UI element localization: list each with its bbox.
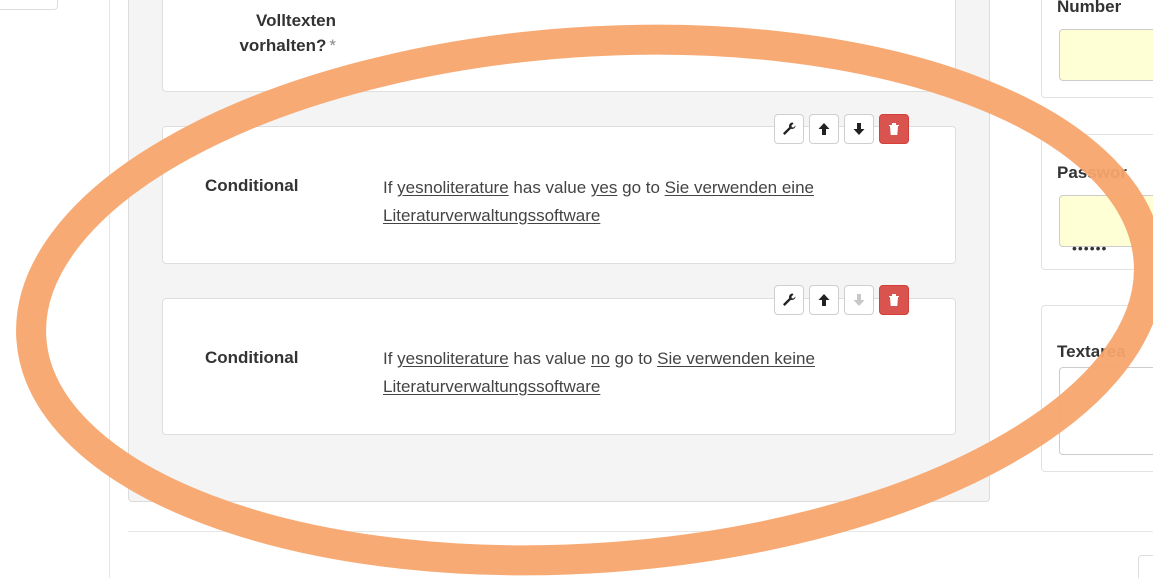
conditional-rule-text: If yesnoliterature has value no go to Si… [383, 345, 928, 401]
rule-mid: has value [508, 349, 591, 368]
rule-field-link[interactable]: yesnoliterature [397, 349, 509, 368]
textarea-label: Textarea [1057, 342, 1126, 361]
question-label-line2: vorhalten? [239, 36, 327, 55]
arrow-down-icon [844, 285, 874, 315]
number-input[interactable] [1059, 29, 1153, 81]
trash-icon[interactable] [879, 285, 909, 315]
arrow-down-icon[interactable] [844, 114, 874, 144]
footer-divider [128, 531, 1153, 532]
left-panel-stub [0, 0, 58, 10]
rule-prefix: If [383, 349, 398, 368]
rule-prefix: If [383, 178, 398, 197]
conditional-toolbar [774, 285, 909, 315]
textarea-input[interactable] [1059, 367, 1153, 455]
number-label: Number [1057, 0, 1122, 16]
footer-button-stub[interactable] [1138, 555, 1153, 578]
rule-value-link[interactable]: yes [591, 178, 617, 197]
password-label: Passwor [1057, 163, 1127, 182]
wrench-icon[interactable] [774, 285, 804, 315]
rule-mid: has value [508, 178, 591, 197]
required-marker: * [329, 36, 336, 55]
rule-value-link[interactable]: no [591, 349, 610, 368]
rule-goto: go to [617, 178, 665, 197]
trash-icon[interactable] [879, 114, 909, 144]
arrow-up-icon[interactable] [809, 114, 839, 144]
left-divider [109, 0, 110, 578]
question-label-line1: Volltexten [256, 11, 336, 30]
arrow-up-icon[interactable] [809, 285, 839, 315]
conditional-toolbar [774, 114, 909, 144]
conditional-rule-text: If yesnoliterature has value yes go to S… [383, 174, 928, 230]
wrench-icon[interactable] [774, 114, 804, 144]
rule-field-link[interactable]: yesnoliterature [397, 178, 509, 197]
password-value: •••••• [1072, 240, 1108, 256]
rule-goto: go to [609, 349, 658, 368]
conditional-label: Conditional [205, 176, 299, 195]
conditional-label: Conditional [205, 348, 299, 367]
question-label: Volltexten vorhalten? * [200, 8, 336, 58]
